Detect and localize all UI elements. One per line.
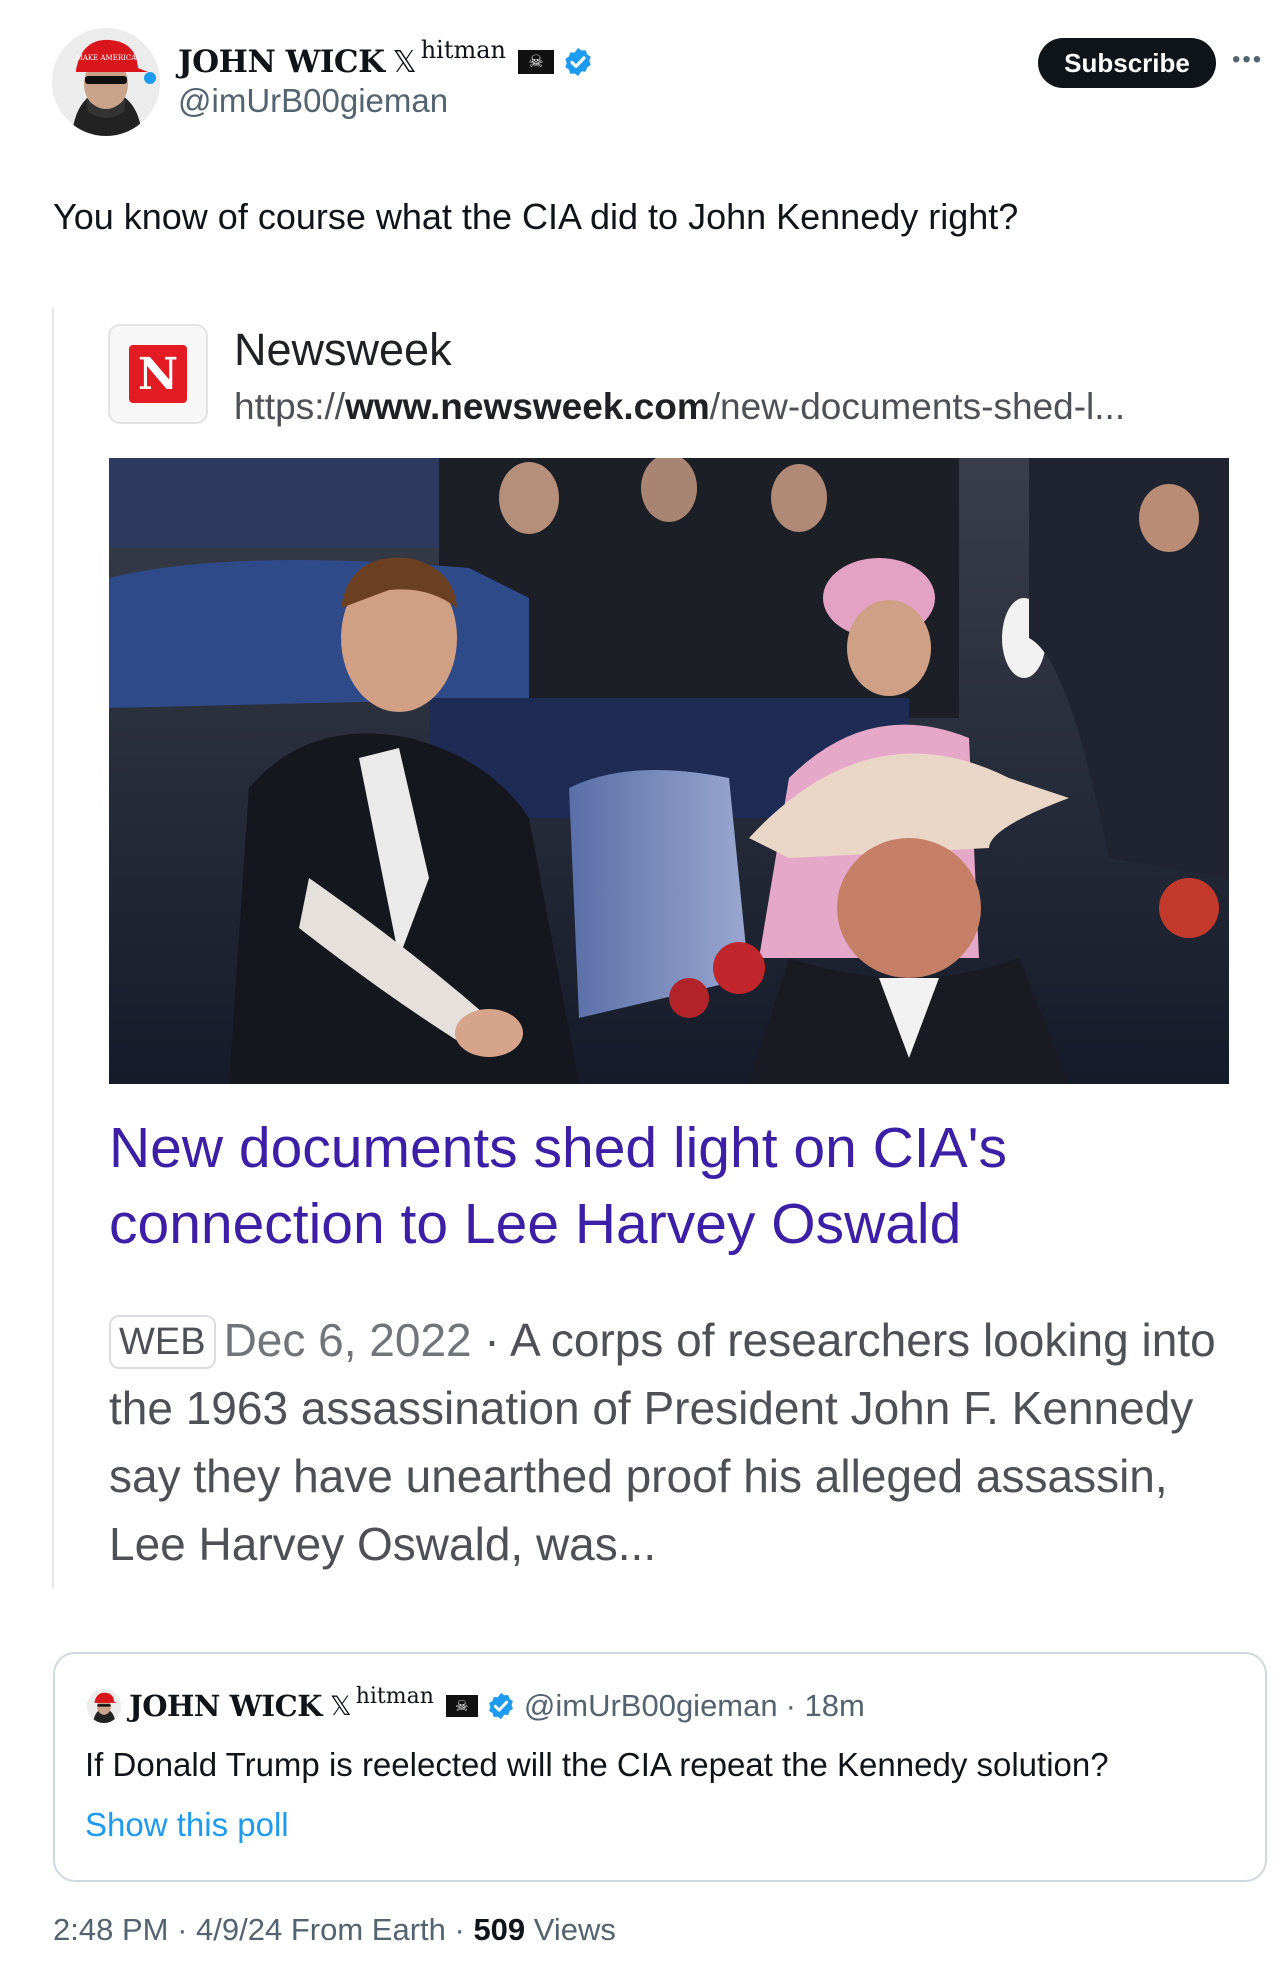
tweet-date[interactable]: 4/9/24 bbox=[196, 1912, 282, 1947]
snippet-separator: · bbox=[471, 1314, 510, 1366]
more-icon[interactable]: ••• bbox=[1232, 46, 1263, 74]
card-divider bbox=[52, 308, 54, 1588]
verified-badge-icon[interactable] bbox=[562, 46, 594, 78]
quoted-tweet-header: JOHN WICK 𝕏 hitman ☠ @imUrB00gieman · 18… bbox=[87, 1684, 865, 1728]
url-domain: www.newsweek.com bbox=[345, 386, 710, 427]
article-headline[interactable]: New documents shed light on CIA's connec… bbox=[109, 1110, 1229, 1262]
source-name[interactable]: Newsweek bbox=[234, 324, 452, 376]
pirate-flag-icon: ☠ bbox=[518, 50, 555, 74]
quoted-verified-badge-icon bbox=[489, 1692, 513, 1720]
avatar[interactable]: MAKE AMERICA bbox=[52, 28, 160, 136]
views-count: 509 bbox=[473, 1912, 526, 1947]
url-prefix: https:// bbox=[234, 386, 346, 427]
subscribe-button[interactable]: Subscribe bbox=[1038, 38, 1216, 88]
quoted-tweet-text: If Donald Trump is reelected will the CI… bbox=[85, 1746, 1109, 1783]
tweet-time[interactable]: 2:48 PM bbox=[53, 1912, 168, 1947]
quoted-x-logo-icon: 𝕏 bbox=[329, 1690, 352, 1721]
tweet-text: You know of course what the CIA did to J… bbox=[53, 196, 1019, 237]
tweet-location: From Earth bbox=[290, 1912, 446, 1947]
x-logo-icon: 𝕏 bbox=[392, 44, 417, 80]
quoted-tweet-time: · 18m bbox=[785, 1688, 865, 1723]
article-snippet: WEB Dec 6, 2022 · A corps of researchers … bbox=[109, 1306, 1229, 1578]
author-name[interactable]: JOHN WICK bbox=[178, 44, 385, 80]
source-url[interactable]: https://www.newsweek.com/new-documents-s… bbox=[234, 386, 1125, 428]
author-name-suffix: hitman bbox=[420, 36, 507, 64]
newsweek-logo[interactable]: N bbox=[108, 324, 208, 424]
quoted-avatar[interactable] bbox=[87, 1689, 121, 1723]
tweet-meta: 2:48 PM · 4/9/24 From Earth · 509 Views bbox=[53, 1912, 616, 1947]
author-handle[interactable]: @imUrB00gieman bbox=[178, 82, 448, 120]
quoted-author-name: JOHN WICK bbox=[129, 1689, 322, 1723]
kennedy-motorcade-photo bbox=[109, 458, 1229, 1084]
author-name-row[interactable]: JOHN WICK 𝕏 hitman ☠ bbox=[178, 36, 594, 86]
article-date: Dec 6, 2022 bbox=[223, 1314, 472, 1366]
newsweek-n-icon: N bbox=[129, 345, 187, 403]
views-label: Views bbox=[533, 1912, 616, 1947]
avatar-image: MAKE AMERICA bbox=[52, 28, 160, 136]
quoted-avatar-image bbox=[87, 1689, 121, 1723]
url-path: /new-documents-shed-l... bbox=[709, 386, 1126, 427]
show-poll-link[interactable]: Show this poll bbox=[85, 1806, 289, 1844]
quoted-author-handle: @imUrB00gieman bbox=[523, 1688, 778, 1723]
quoted-name-suffix: hitman bbox=[355, 1683, 434, 1709]
svg-text:MAKE AMERICA: MAKE AMERICA bbox=[76, 54, 138, 62]
quoted-tweet[interactable]: JOHN WICK 𝕏 hitman ☠ @imUrB00gieman · 18… bbox=[53, 1652, 1267, 1882]
web-badge: WEB bbox=[109, 1315, 216, 1369]
quoted-pirate-flag-icon: ☠ bbox=[445, 1695, 478, 1717]
article-image[interactable] bbox=[109, 458, 1229, 1084]
